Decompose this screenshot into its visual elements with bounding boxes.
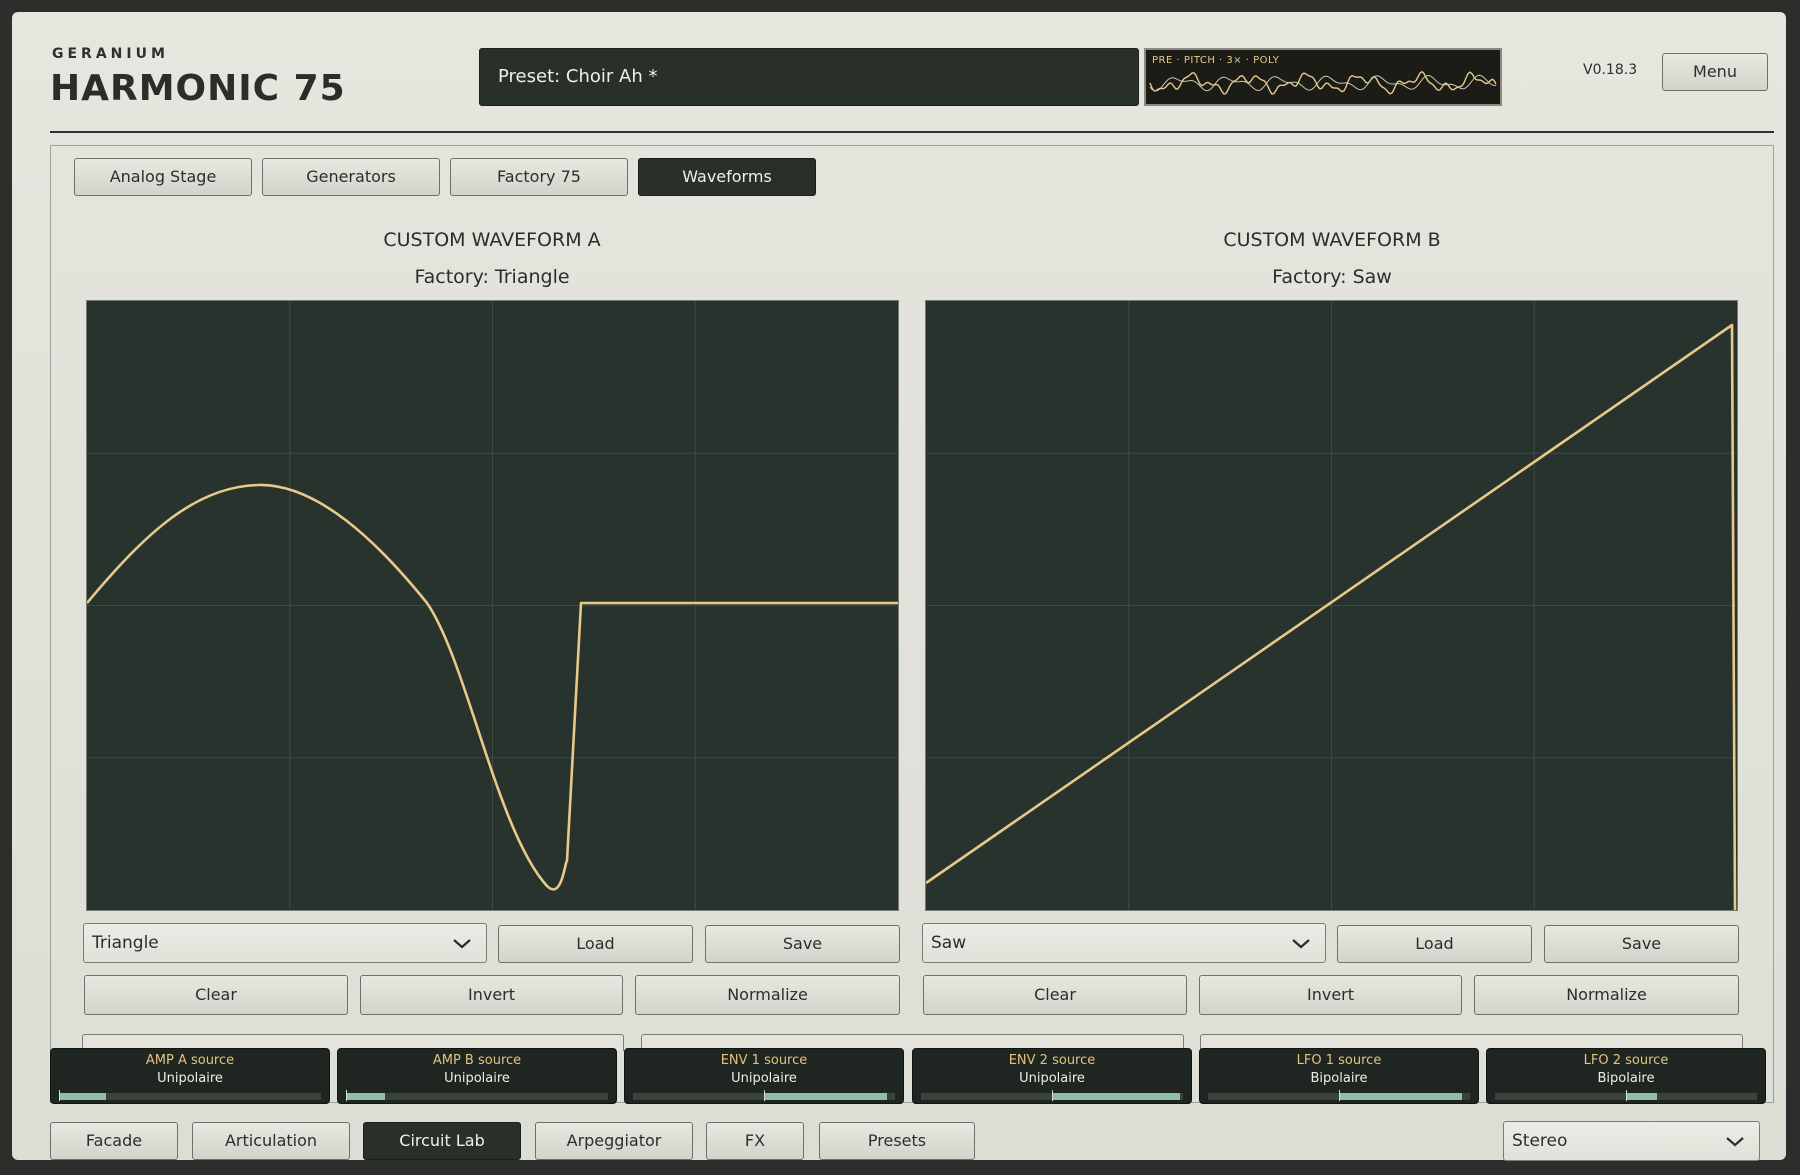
mod-source-value: Unipolaire xyxy=(157,1071,223,1086)
waveform-b-load-button[interactable]: Load xyxy=(1337,925,1532,963)
scope-trace xyxy=(1149,74,1497,92)
mod-source-label: AMP B source xyxy=(432,1053,522,1068)
meter-center-tick xyxy=(1339,1090,1340,1101)
mod-source-value: Unipolaire xyxy=(1019,1071,1085,1086)
mod-source-meter[interactable] xyxy=(59,1090,321,1101)
meter-fill xyxy=(59,1093,107,1100)
waveform-a-editor[interactable] xyxy=(86,300,899,911)
waveform-a-save-button[interactable]: Save xyxy=(705,925,900,963)
mod-source-meter[interactable] xyxy=(346,1090,608,1101)
mod-source-env-2[interactable]: ENV 2 source Unipolaire xyxy=(912,1048,1192,1104)
meter-center-tick xyxy=(764,1090,765,1101)
meter-center-tick xyxy=(59,1090,60,1101)
meter-fill xyxy=(1052,1093,1181,1100)
chevron-down-icon xyxy=(1725,1122,1745,1175)
brand-product: HARMONIC 75 xyxy=(50,68,346,109)
mod-source-meter[interactable] xyxy=(633,1090,895,1101)
meter-fill xyxy=(764,1093,888,1100)
header-divider xyxy=(50,131,1774,133)
waveform-a-invert-button[interactable]: Invert xyxy=(360,975,623,1015)
nav-arpeggiator[interactable]: Arpeggiator xyxy=(535,1122,693,1160)
waveform-a-curve xyxy=(87,301,898,910)
waveform-b-save-button[interactable]: Save xyxy=(1544,925,1739,963)
mod-source-lfo-1[interactable]: LFO 1 source Bipolaire xyxy=(1199,1048,1479,1104)
mod-source-lfo-2[interactable]: LFO 2 source Bipolaire xyxy=(1486,1048,1766,1104)
mod-source-env-1[interactable]: ENV 1 source Unipolaire xyxy=(624,1048,904,1104)
mod-source-amp-a[interactable]: AMP A source Unipolaire xyxy=(50,1048,330,1104)
tab-generators[interactable]: Generators xyxy=(262,158,440,196)
chevron-down-icon xyxy=(452,924,472,977)
waveform-a-subtitle: Factory: Triangle xyxy=(414,266,570,288)
tab-analog-stage[interactable]: Analog Stage xyxy=(74,158,252,196)
nav-circuit-lab[interactable]: Circuit Lab xyxy=(363,1122,521,1160)
mod-source-label: ENV 1 source xyxy=(720,1053,808,1068)
nav-presets[interactable]: Presets xyxy=(819,1122,975,1160)
waveform-a-title: CUSTOM WAVEFORM A xyxy=(383,229,601,251)
nav-articulation[interactable]: Articulation xyxy=(192,1122,350,1160)
chevron-down-icon xyxy=(1291,924,1311,977)
mod-source-meter[interactable] xyxy=(1495,1090,1757,1101)
mod-source-value: Unipolaire xyxy=(731,1071,797,1086)
mod-source-meter[interactable] xyxy=(1208,1090,1470,1101)
waveform-a-select-value: Triangle xyxy=(92,933,159,953)
mod-source-value: Unipolaire xyxy=(444,1071,510,1086)
meter-center-tick xyxy=(1626,1090,1627,1101)
scope-label: PRE · PITCH · 3× · POLY xyxy=(1152,55,1280,66)
waveform-a-clear-button[interactable]: Clear xyxy=(84,975,348,1015)
mod-source-label: LFO 2 source xyxy=(1583,1053,1669,1068)
waveform-a-load-button[interactable]: Load xyxy=(498,925,693,963)
nav-facade[interactable]: Facade xyxy=(50,1122,178,1160)
brand-company: GERANIUM xyxy=(52,46,169,62)
waveform-b-path xyxy=(926,323,1737,910)
mod-source-label: AMP A source xyxy=(145,1053,235,1068)
preset-display[interactable]: Preset: Choir Ah * xyxy=(479,48,1139,106)
mod-source-label: LFO 1 source xyxy=(1296,1053,1382,1068)
mod-source-amp-b[interactable]: AMP B source Unipolaire xyxy=(337,1048,617,1104)
waveform-b-subtitle: Factory: Saw xyxy=(1272,266,1392,288)
mod-source-meter[interactable] xyxy=(921,1090,1183,1101)
oscilloscope-display: PRE · PITCH · 3× · POLY xyxy=(1144,48,1502,106)
meter-fill xyxy=(1339,1093,1463,1100)
meter-center-tick xyxy=(1052,1090,1053,1101)
scope-trace xyxy=(1149,70,1497,95)
waveform-b-normalize-button[interactable]: Normalize xyxy=(1474,975,1739,1015)
waveform-b-select-value: Saw xyxy=(931,933,967,953)
waveform-b-curve xyxy=(926,301,1737,910)
waveform-b-invert-button[interactable]: Invert xyxy=(1199,975,1462,1015)
tab-waveforms[interactable]: Waveforms xyxy=(638,158,816,196)
mod-source-value: Bipolaire xyxy=(1310,1071,1368,1086)
output-mode-select[interactable]: Stereo xyxy=(1503,1121,1760,1161)
menu-button[interactable]: Menu xyxy=(1662,53,1768,91)
app-frame: GERANIUM HARMONIC 75 Preset: Choir Ah * … xyxy=(0,0,1800,1171)
tab-factory-75[interactable]: Factory 75 xyxy=(450,158,628,196)
meter-center-tick xyxy=(346,1090,347,1101)
waveform-b-editor[interactable] xyxy=(925,300,1738,911)
nav-fx[interactable]: FX xyxy=(706,1122,804,1160)
waveform-a-normalize-button[interactable]: Normalize xyxy=(635,975,900,1015)
output-mode-value: Stereo xyxy=(1512,1131,1568,1151)
waveform-b-select[interactable]: Saw xyxy=(922,923,1326,963)
main-panel: GERANIUM HARMONIC 75 Preset: Choir Ah * … xyxy=(12,12,1786,1161)
waveform-a-select[interactable]: Triangle xyxy=(83,923,487,963)
version-label: V0.18.3 xyxy=(1583,62,1638,78)
waveform-b-clear-button[interactable]: Clear xyxy=(923,975,1187,1015)
waveform-b-title: CUSTOM WAVEFORM B xyxy=(1223,229,1441,251)
mod-source-label: ENV 2 source xyxy=(1008,1053,1096,1068)
meter-fill xyxy=(346,1093,386,1100)
meter-fill xyxy=(1626,1093,1658,1100)
mod-source-value: Bipolaire xyxy=(1597,1071,1655,1086)
